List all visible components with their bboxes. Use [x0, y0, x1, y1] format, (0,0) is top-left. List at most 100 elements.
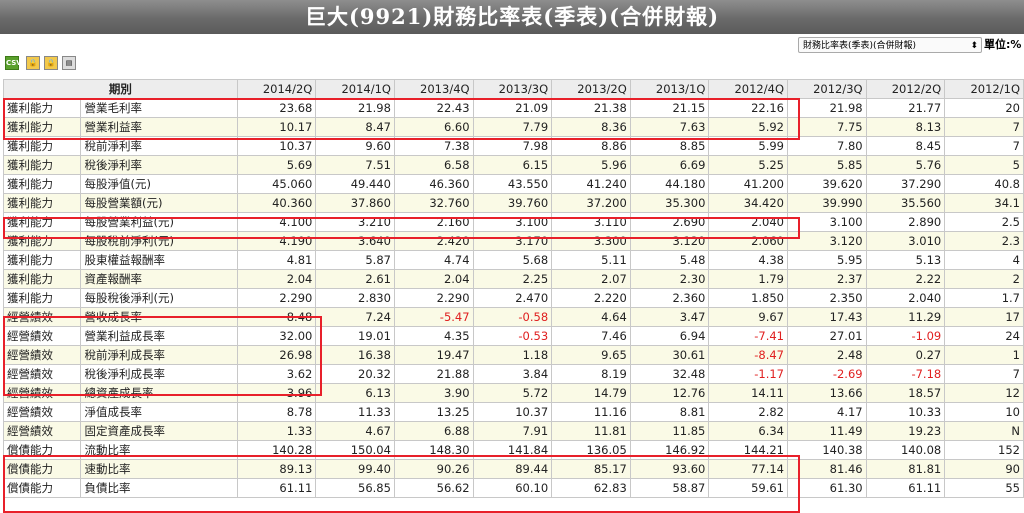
csv-export-icon[interactable]: CSV: [5, 56, 22, 70]
row-item: 營收成長率: [80, 307, 238, 327]
table-cell: 19.01: [315, 326, 395, 346]
table-cell: 35.300: [629, 193, 710, 213]
row-item: 每股淨值(元): [80, 174, 238, 194]
table-cell: 2.890: [865, 212, 946, 232]
lock-icon[interactable]: 🔒: [26, 56, 40, 70]
table-cell: 5.85: [787, 155, 867, 175]
table-cell: 11.81: [551, 421, 631, 441]
table-cell: 24: [944, 326, 1024, 346]
table-cell: 3.47: [629, 307, 710, 327]
table-row: 獲利能力 營業毛利率 23.68 21.98 22.43 21.09 21.38 21.15 2…: [2, 98, 1024, 118]
table-cell: 1.33: [236, 421, 317, 441]
table-cell: 2.04: [236, 269, 317, 289]
table-header-row: 期別 2014/2Q 2014/1Q 2013/4Q 2013/3Q 2013/2Q 201…: [3, 79, 1024, 99]
table-cell: 23.68: [236, 98, 317, 118]
table-cell: -7.41: [708, 326, 788, 346]
table-cell: 7.46: [551, 326, 631, 346]
table-cell: 8.13: [865, 117, 946, 137]
table-cell: 13.66: [787, 383, 867, 403]
table-cell: 148.30: [393, 440, 474, 460]
table-cell: 56.62: [393, 478, 474, 498]
table-cell: 21.15: [629, 98, 710, 118]
table-cell: 30.61: [629, 345, 710, 365]
table-cell: 8.48: [236, 307, 317, 327]
table-cell: 60.10: [472, 478, 553, 498]
table-cell: 5.25: [708, 155, 788, 175]
table-row: 獲利能力 每股稅前淨利(元) 4.190 3.640 2.420 3.170 3.300 3.…: [2, 231, 1024, 251]
table-cell: 89.44: [472, 459, 553, 479]
table-cell: -7.18: [865, 364, 946, 384]
table-cell: 16.38: [315, 345, 395, 365]
table-cell: 140.38: [787, 440, 867, 460]
table-cell: 58.87: [629, 478, 710, 498]
table-cell: 2.22: [865, 269, 946, 289]
table-cell: 32.00: [236, 326, 317, 346]
table-cell: 2.3: [944, 231, 1024, 251]
table-cell: 3.210: [315, 212, 395, 232]
table-cell: 4.190: [236, 231, 317, 251]
table-cell: 2.30: [629, 269, 710, 289]
row-item: 股東權益報酬率: [80, 250, 238, 270]
table-cell: -1.17: [708, 364, 788, 384]
table-cell: 6.34: [708, 421, 788, 441]
report-type-select[interactable]: 財務比率表(季表)(合併財報) ⬍: [798, 37, 982, 53]
table-cell: 19.23: [865, 421, 946, 441]
table-cell: 5.95: [787, 250, 867, 270]
table-cell: 8.85: [629, 136, 710, 156]
table-cell: 5.92: [708, 117, 788, 137]
table-cell: 2.830: [315, 288, 395, 308]
table-cell: 90.26: [393, 459, 474, 479]
table-cell: 32.760: [393, 193, 474, 213]
row-category: 獲利能力: [2, 193, 82, 213]
table-cell: 8.47: [315, 117, 395, 137]
table-cell: 7.51: [315, 155, 395, 175]
table-cell: 136.05: [551, 440, 631, 460]
table-cell: 27.01: [787, 326, 867, 346]
table-cell: 37.860: [315, 193, 395, 213]
table-cell: 18.57: [865, 383, 946, 403]
table-cell: 89.13: [236, 459, 317, 479]
table-cell: 81.46: [787, 459, 867, 479]
table-cell: 2.350: [787, 288, 867, 308]
table-cell: 2.48: [787, 345, 867, 365]
table-cell: 5.13: [865, 250, 946, 270]
table-cell: 6.69: [629, 155, 710, 175]
table-cell: 99.40: [315, 459, 395, 479]
table-cell: -8.47: [708, 345, 788, 365]
table-cell: 46.360: [393, 174, 474, 194]
row-item: 速動比率: [80, 459, 238, 479]
table-cell: 7: [944, 364, 1024, 384]
row-category: 獲利能力: [2, 136, 82, 156]
table-cell: 7.79: [472, 117, 553, 137]
table-cell: 7.63: [629, 117, 710, 137]
table-cell: 62.83: [551, 478, 631, 498]
row-category: 獲利能力: [2, 269, 82, 289]
table-cell: 2.5: [944, 212, 1024, 232]
printer-icon[interactable]: ▤: [62, 56, 76, 70]
row-category: 獲利能力: [2, 212, 82, 232]
table-body: 獲利能力 營業毛利率 23.68 21.98 22.43 21.09 21.38 21.15 2…: [2, 98, 1024, 498]
table-cell: 41.200: [708, 174, 788, 194]
table-cell: 0.27: [865, 345, 946, 365]
row-category: 償債能力: [2, 440, 82, 460]
table-cell: 40.360: [236, 193, 317, 213]
row-category: 獲利能力: [2, 117, 82, 137]
table-cell: 2.07: [551, 269, 631, 289]
table-row: 獲利能力 股東權益報酬率 4.81 5.87 4.74 5.68 5.11 5.48 4.38 5…: [2, 250, 1024, 270]
table-cell: 1.18: [472, 345, 553, 365]
table-cell: 2.290: [236, 288, 317, 308]
table-cell: 3.120: [787, 231, 867, 251]
row-category: 獲利能力: [2, 98, 82, 118]
table-cell: 2.360: [629, 288, 710, 308]
column-header-period: 2014/2Q: [236, 79, 317, 99]
table-cell: 8.81: [629, 402, 710, 422]
table-cell: 9.65: [551, 345, 631, 365]
table-cell: 77.14: [708, 459, 788, 479]
table-cell: 3.100: [472, 212, 553, 232]
lock-icon[interactable]: 🔒: [44, 56, 58, 70]
row-category: 經營績效: [2, 421, 82, 441]
column-header-period: 2013/3Q: [472, 79, 553, 99]
table-cell: 20.32: [315, 364, 395, 384]
table-cell: 1.850: [708, 288, 788, 308]
table-cell: 10: [944, 402, 1024, 422]
